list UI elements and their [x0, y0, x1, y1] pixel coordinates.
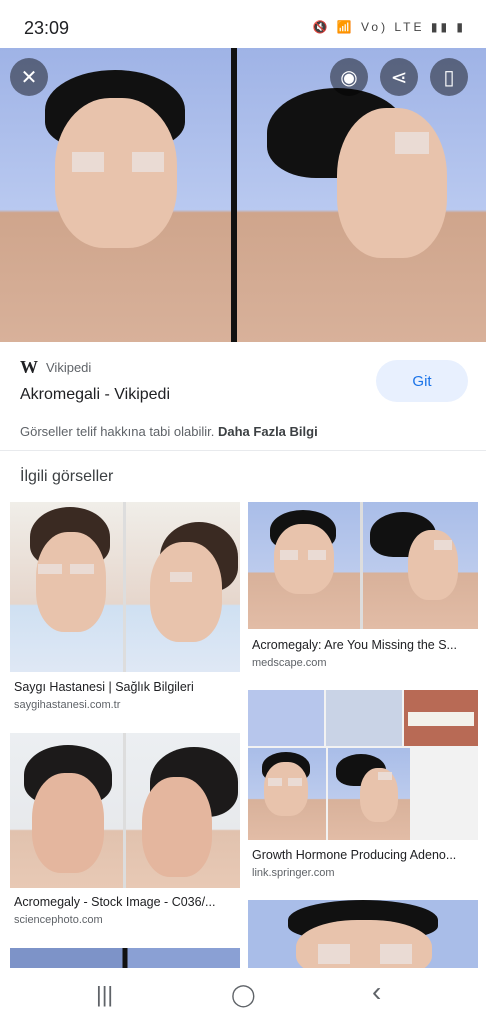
thumb-hands — [248, 690, 324, 746]
eye-censor-bar — [280, 550, 298, 560]
face-shape — [264, 762, 308, 816]
eye-censor-bar — [170, 572, 192, 582]
related-image-card[interactable]: Acromegaly: Are You Missing the S... med… — [248, 502, 478, 674]
source-row: W Vikipedi — [20, 357, 91, 378]
related-image-domain: saygihastanesi.com.tr — [14, 699, 121, 711]
related-image-card-partial[interactable] — [10, 948, 240, 968]
related-image-caption: Saygı Hastanesi | Sağlık Bilgileri — [14, 680, 194, 694]
face-shape — [32, 773, 104, 873]
related-image-thumbnail — [10, 733, 240, 888]
visit-button[interactable]: Git — [376, 360, 468, 402]
back-icon[interactable]: ‹ — [372, 976, 381, 1008]
eye-censor-bar — [70, 564, 94, 574]
related-image-domain: medscape.com — [252, 657, 327, 669]
eye-censor-bar — [72, 152, 104, 172]
copyright-notice: Görseller telif hakkına tabi olabilir. D… — [20, 424, 318, 439]
result-title[interactable]: Akromegali - Vikipedi — [20, 386, 170, 404]
related-image-domain: link.springer.com — [252, 867, 335, 879]
related-image-thumbnail — [248, 690, 478, 840]
system-nav-bar: ||| ◯ ‹ — [0, 968, 486, 1024]
related-image-caption: Acromegaly - Stock Image - C036/... — [14, 895, 216, 909]
bookmark-icon[interactable]: ▯ — [430, 58, 468, 96]
lens-icon[interactable]: ◉ — [330, 58, 368, 96]
thumb-feet — [326, 690, 402, 746]
share-icon[interactable]: ⋖ — [380, 58, 418, 96]
thumb-teeth-row — [408, 712, 474, 726]
status-time: 23:09 — [24, 18, 70, 38]
eye-censor-bar — [38, 564, 62, 574]
recent-apps-icon[interactable]: ||| — [96, 982, 113, 1008]
more-info-link[interactable]: Daha Fazla Bilgi — [218, 424, 318, 439]
eye-censor-bar — [380, 944, 412, 964]
status-icons: 🔇 📶 Vo) LTE ▮▮ ▮ — [312, 20, 466, 34]
eye-censor-bar — [378, 772, 392, 780]
eye-censor-bar — [132, 152, 164, 172]
face-shape — [337, 108, 447, 258]
eye-censor-bar — [308, 550, 326, 560]
related-image-caption: Growth Hormone Producing Adeno... — [252, 848, 457, 862]
home-icon[interactable]: ◯ — [231, 982, 256, 1008]
divider — [0, 450, 486, 451]
eye-censor-bar — [395, 132, 429, 154]
face-shape — [150, 542, 222, 642]
related-image-card[interactable]: Saygı Hastanesi | Sağlık Bilgileri saygi… — [10, 502, 240, 717]
related-image-domain: sciencephoto.com — [14, 914, 103, 926]
related-image-card[interactable]: Growth Hormone Producing Adeno... link.s… — [248, 690, 478, 885]
close-icon[interactable]: ✕ — [10, 58, 48, 96]
wikipedia-logo-icon: W — [20, 357, 38, 377]
eye-censor-bar — [288, 778, 302, 786]
related-image-thumbnail — [10, 502, 240, 672]
related-image-thumbnail — [10, 948, 240, 968]
eye-censor-bar — [268, 778, 282, 786]
eye-censor-bar — [434, 540, 452, 550]
face-shape — [142, 777, 212, 877]
related-image-card[interactable]: Acromegaly - Stock Image - C036/... scie… — [10, 733, 240, 933]
related-images-header: İlgili görseller — [20, 468, 114, 485]
copyright-text: Görseller telif hakkına tabi olabilir. — [20, 424, 215, 439]
eye-censor-bar — [318, 944, 350, 964]
face-shape — [55, 98, 177, 248]
hero-image[interactable]: ✕ ◉ ⋖ ▯ — [0, 48, 486, 342]
status-bar: 23:09 🔇 📶 Vo) LTE ▮▮ ▮ — [0, 0, 486, 48]
source-name: Vikipedi — [46, 360, 92, 375]
related-image-card-partial[interactable] — [248, 900, 478, 968]
related-image-thumbnail — [248, 900, 478, 968]
related-image-caption: Acromegaly: Are You Missing the S... — [252, 638, 457, 652]
face-shape — [36, 532, 106, 632]
related-image-thumbnail — [248, 502, 478, 629]
